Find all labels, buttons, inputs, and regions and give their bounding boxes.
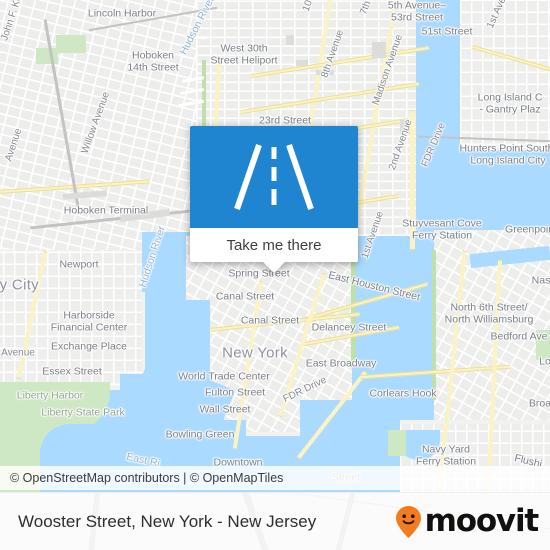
building-block-2 <box>296 60 308 66</box>
moovit-wordmark: moovit <box>424 503 540 539</box>
park-greenpoint-green <box>388 430 406 456</box>
moovit-logo[interactable]: moovit <box>394 503 540 539</box>
take-me-there-card[interactable]: Take me there <box>190 126 358 273</box>
park-brooklyn-green <box>536 330 550 360</box>
moovit-map-screenshot: Lincoln Harbor John F. Ke Hudson River West… <box>0 0 550 550</box>
card-header <box>190 126 358 228</box>
highway-fdr-upper <box>410 110 415 250</box>
building-block-3 <box>286 35 294 45</box>
take-me-there-label: Take me there <box>226 236 322 254</box>
building-block-5 <box>400 120 410 134</box>
park-green-2 <box>36 48 58 64</box>
grid-queens <box>460 0 550 145</box>
card-pointer-tail <box>263 262 285 273</box>
greenstrip-brooklyn-shore <box>432 250 436 400</box>
moovit-pin-icon <box>395 505 421 538</box>
road-perspective-icon <box>234 144 314 210</box>
footer-bar: Wooster Street, New York - New Jersey mo… <box>0 492 550 550</box>
map-attribution-bar: © OpenStreetMap contributors | © OpenMap… <box>0 466 550 490</box>
route-title: Wooster Street, New York - New Jersey <box>18 511 317 531</box>
take-me-there-button[interactable]: Take me there <box>190 228 358 262</box>
map-canvas[interactable]: Lincoln Harbor John F. Ke Hudson River West… <box>0 0 550 492</box>
attribution-text[interactable]: © OpenStreetMap contributors | © OpenMap… <box>10 471 283 485</box>
park-green-1 <box>56 35 86 53</box>
building-block-1 <box>372 42 386 58</box>
building-block-4 <box>316 70 334 75</box>
pier-4 <box>192 36 206 39</box>
